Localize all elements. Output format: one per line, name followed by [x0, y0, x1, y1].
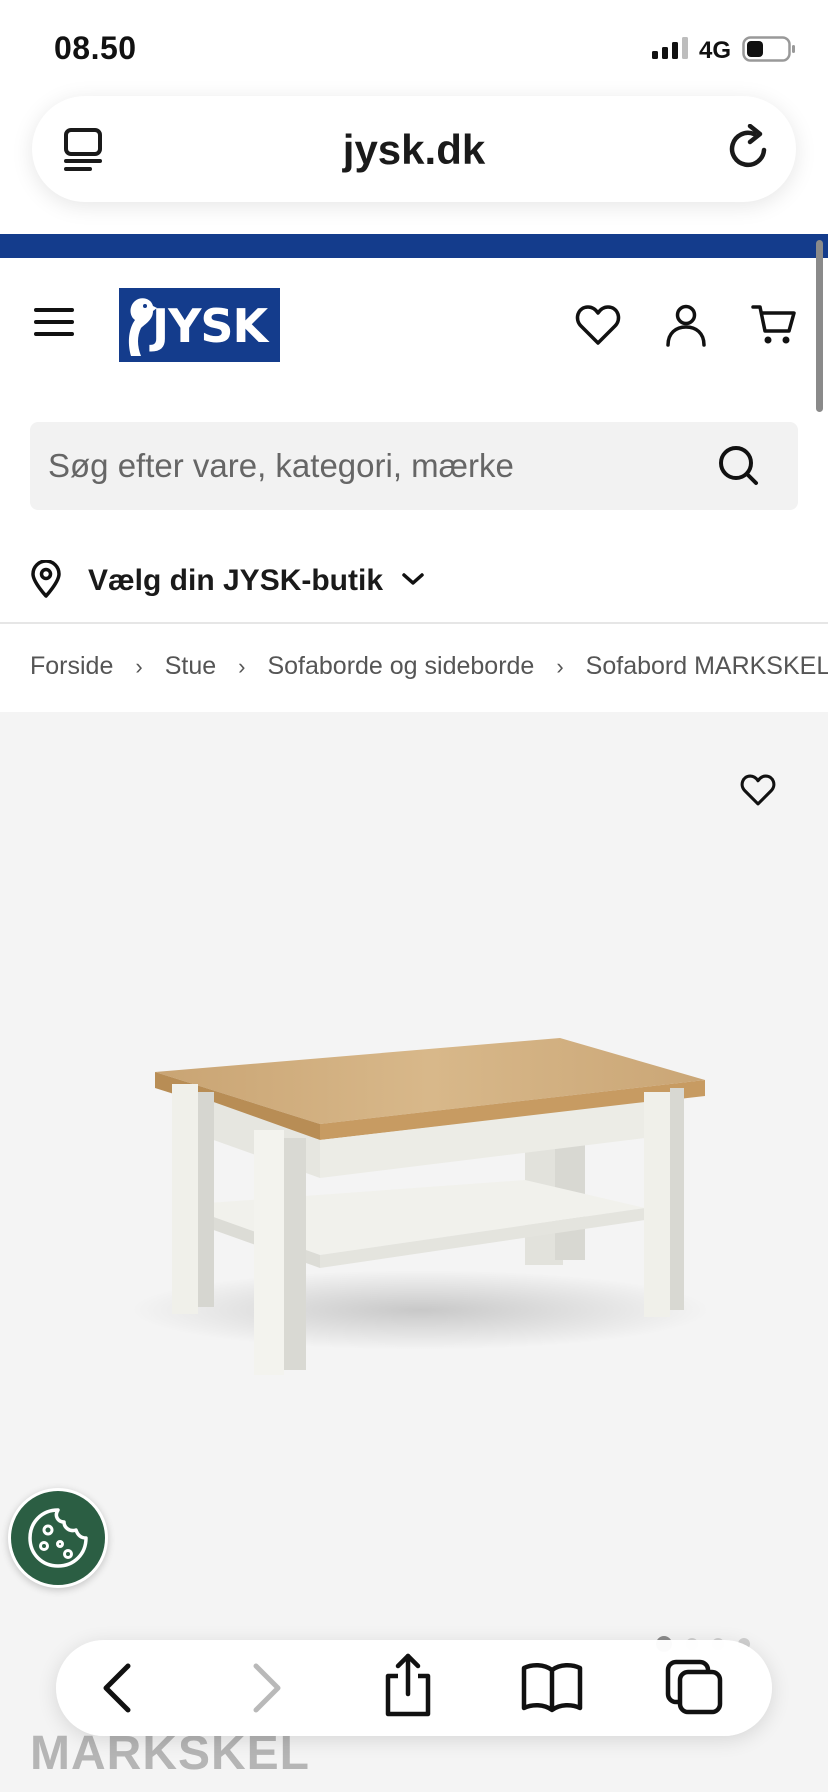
url-label[interactable]: jysk.dk — [0, 126, 828, 174]
chevron-right-icon: › — [135, 653, 143, 679]
product-image[interactable] — [120, 1010, 720, 1385]
brand-stripe — [0, 234, 828, 258]
breadcrumb-item-sofaborde[interactable]: Sofaborde og sideborde — [267, 652, 534, 681]
breadcrumb-item-stue[interactable]: Stue — [165, 652, 216, 681]
reload-icon[interactable] — [726, 123, 772, 177]
share-icon[interactable] — [380, 1652, 436, 1723]
location-pin-icon — [30, 558, 62, 603]
status-time: 08.50 — [54, 30, 137, 66]
signal-icon — [652, 37, 692, 64]
back-icon[interactable] — [98, 1662, 138, 1719]
scrollbar[interactable] — [816, 240, 823, 412]
chevron-right-icon: › — [238, 653, 246, 679]
heart-icon[interactable] — [740, 773, 776, 812]
search-input[interactable] — [48, 440, 698, 492]
chevron-right-icon: › — [556, 653, 564, 679]
user-icon[interactable] — [664, 303, 708, 352]
store-selector-label: Vælg din JYSK-butik — [88, 564, 384, 597]
breadcrumb-item-forside[interactable]: Forside — [30, 652, 113, 681]
forward-icon[interactable] — [246, 1662, 286, 1719]
search-icon[interactable] — [716, 443, 760, 494]
tabs-icon[interactable] — [664, 1658, 724, 1721]
network-label: 4G — [699, 37, 732, 64]
store-selector[interactable]: Vælg din JYSK-butik — [30, 556, 425, 606]
divider — [0, 622, 828, 624]
breadcrumb-item-current: Sofabord MARKSKEL — [585, 652, 828, 680]
cookie-icon[interactable] — [24, 1504, 92, 1577]
battery-icon — [742, 36, 796, 67]
cart-icon[interactable] — [751, 303, 797, 352]
breadcrumb: Forside › Stue › Sofaborde og sideborde … — [30, 652, 828, 681]
heart-icon[interactable] — [575, 303, 621, 352]
book-icon[interactable] — [520, 1660, 584, 1719]
chevron-down-icon — [401, 571, 425, 592]
hamburger-menu-icon[interactable] — [34, 306, 74, 343]
logo-text: JYSK — [152, 299, 268, 353]
